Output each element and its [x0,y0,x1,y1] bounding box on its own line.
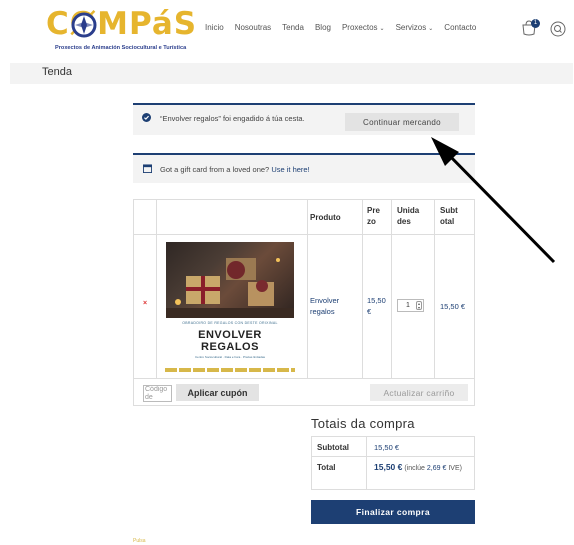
table-divider [156,200,157,378]
checkout-button[interactable]: Finalizar compra [311,500,475,524]
table-divider [362,200,363,378]
cart-totals-heading: Totais da compra [311,416,415,431]
tax-value: 2,69 € [426,465,447,472]
gift-card-text: Got a gift card from a loved one? [160,165,270,174]
column-header-quantity: Unida des [397,206,420,226]
footer-mark: Pulsa [133,538,146,544]
product-name-link[interactable]: Envolver regalos [310,295,360,317]
main-nav: Inicio Nosoutras Tenda Blog Proxectos ⌄ S… [205,23,476,32]
gift-photo-illustration [166,258,294,318]
page-title: Tenda [42,66,72,78]
table-divider [312,456,474,457]
nav-item-servizos-label: Servizos [395,23,427,32]
poster-footer-strip [165,368,295,372]
nav-item-proxectos[interactable]: Proxectos ⌄ [342,23,385,32]
search-icon[interactable] [550,21,566,37]
nav-item-nosoutras[interactable]: Nosoutras [235,23,271,32]
coupon-code-input[interactable]: Código de cupón [143,385,172,402]
added-to-cart-notice: “Envolver regalos” foi engadido á túa ce… [133,103,475,135]
column-header-product: Produto [310,213,341,222]
subtotal-value: 15,50 € [374,443,400,452]
chevron-down-icon: ⌄ [428,26,434,32]
nav-item-inicio[interactable]: Inicio [205,23,224,32]
subtotal-label: Subtotal [317,443,349,452]
logo-tagline: Proxectos de Animación Sociocultural e T… [55,45,187,51]
nav-item-servizos[interactable]: Servizos ⌄ [396,23,434,32]
quantity-value: 1 [406,302,410,309]
product-price: 15,50 € [367,296,386,316]
calendar-icon [143,164,152,173]
poster-title: ENVOLVER REGALOS [165,329,295,353]
product-photo [166,242,294,318]
nav-item-contacto[interactable]: Contacto [444,23,476,32]
compass-icon [71,12,97,38]
nav-item-proxectos-label: Proxectos [341,23,378,32]
nav-item-blog[interactable]: Blog [315,23,331,32]
remove-item-icon[interactable]: × [143,300,147,307]
poster-caption-top: OBRADOIRO DE REGALOS CON DESTE ORIXINAL [182,321,278,325]
site-header: CØMPáS Proxectos de Animación Sociocultu… [0,0,574,60]
update-cart-button[interactable]: Actualizar carriño [370,384,468,401]
poster-title-line-1: ENVOLVER [198,329,262,341]
total-value: 15,50 € [374,462,403,472]
table-divider [366,437,367,489]
site-logo[interactable]: CØMPáS Proxectos de Animación Sociocultu… [46,6,196,52]
total-value-block: 15,50 € (inclúe 2,69 € IVE) [374,462,474,474]
spinner-arrows-icon[interactable]: ▴ ▾ [416,301,422,310]
poster-caption-bottom: Centro Sociocultural · Data e hora · Pra… [194,355,266,359]
check-circle-icon [142,113,151,122]
product-subtotal: 15,50 € [440,302,466,311]
tax-suffix: IVE) [448,465,462,472]
table-divider [391,200,392,378]
column-header-price: Pre zo [367,206,380,226]
apply-coupon-button[interactable]: Aplicar cupón [176,384,259,401]
table-divider [134,234,474,235]
table-divider [434,200,435,378]
logo-wordmark: CØMPáS [46,6,198,42]
cart-totals-table: Subtotal 15,50 € Total 15,50 € (inclúe 2… [311,436,475,490]
nav-item-tenda[interactable]: Tenda [282,23,304,32]
column-header-subtotal: Subt otal [440,206,458,226]
quantity-stepper[interactable]: 1 ▴ ▾ [397,299,424,312]
added-to-cart-message: “Envolver regalos” foi engadido á túa ce… [160,114,305,123]
cart-table: Produto Pre zo Unida des Subt otal × OBR… [133,199,475,406]
product-thumbnail[interactable]: OBRADOIRO DE REGALOS CON DESTE ORIXINAL … [165,242,295,374]
cart-count-badge: 1 [531,19,540,28]
continue-shopping-button[interactable]: Continuar mercando [345,113,459,131]
gift-card-notice: Got a gift card from a loved one? Use it… [133,153,475,183]
table-divider [134,378,474,379]
table-divider [307,200,308,378]
gift-card-link[interactable]: Use it here! [271,165,309,174]
page-title-bar: Tenda [10,63,573,84]
total-label: Total [317,463,336,472]
gift-card-message: Got a gift card from a loved one? Use it… [160,165,310,174]
chevron-down-icon: ⌄ [379,26,385,32]
tax-prefix: (inclúe [404,465,425,472]
poster-title-line-2: REGALOS [201,341,259,353]
